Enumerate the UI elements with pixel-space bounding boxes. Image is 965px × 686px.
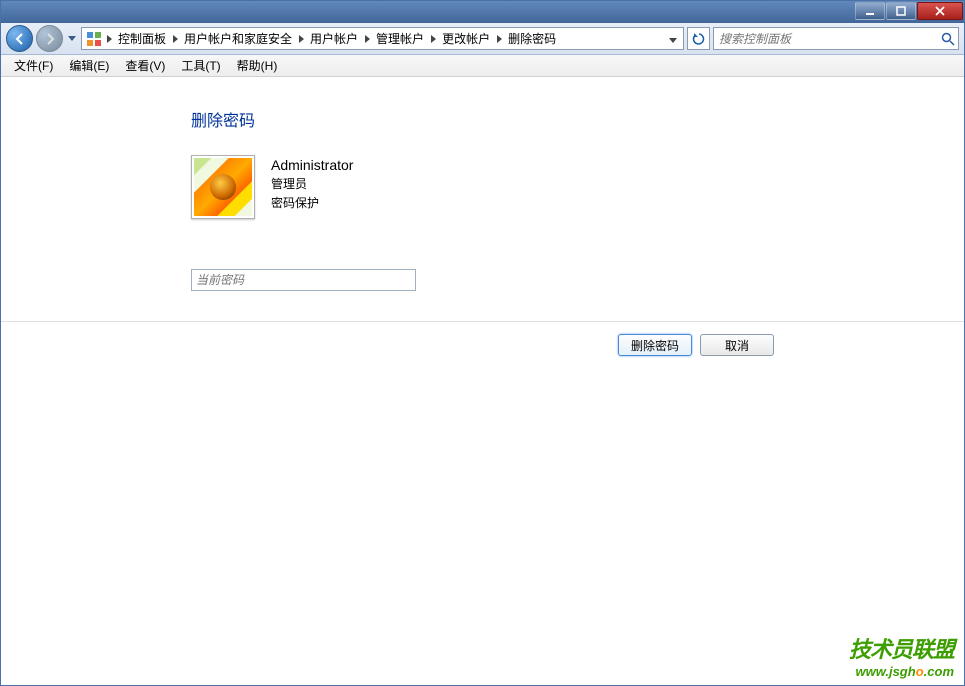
refresh-button[interactable]	[687, 27, 710, 50]
menu-edit[interactable]: 编辑(E)	[61, 57, 117, 74]
content-area: 删除密码 Administrator 管理员 密码保护	[1, 77, 964, 291]
menu-view[interactable]: 查看(V)	[117, 57, 173, 74]
breadcrumb-arrow-icon[interactable]	[170, 35, 180, 43]
menu-file[interactable]: 文件(F)	[6, 57, 61, 74]
breadcrumb-arrow-icon[interactable]	[428, 35, 438, 43]
user-role: 管理员	[271, 175, 353, 192]
nav-area: 控制面板 用户帐户和家庭安全 用户帐户 管理帐户 更改帐户 删除密码	[1, 23, 964, 55]
breadcrumb-item-0[interactable]: 控制面板	[114, 28, 170, 49]
user-name: Administrator	[271, 157, 353, 173]
minimize-button[interactable]	[855, 2, 885, 20]
maximize-button[interactable]	[886, 2, 916, 20]
user-details: Administrator 管理员 密码保护	[271, 155, 353, 219]
delete-password-button[interactable]: 删除密码	[618, 334, 692, 356]
watermark-line2: www.jsgho.com	[849, 664, 954, 679]
search-input[interactable]	[717, 32, 941, 46]
breadcrumb-arrow-icon[interactable]	[494, 35, 504, 43]
breadcrumb-item-1[interactable]: 用户帐户和家庭安全	[180, 28, 296, 49]
watermark-line1: 技术员联盟	[849, 632, 954, 664]
titlebar	[1, 1, 964, 23]
control-panel-icon	[86, 31, 102, 47]
menu-tools[interactable]: 工具(T)	[173, 57, 228, 74]
breadcrumb-item-2[interactable]: 用户帐户	[306, 28, 362, 49]
current-password-input[interactable]	[191, 269, 416, 291]
back-button[interactable]	[6, 25, 33, 52]
page-title: 删除密码	[191, 107, 964, 131]
user-avatar	[191, 155, 255, 219]
breadcrumb-item-5[interactable]: 删除密码	[504, 28, 560, 49]
forward-button[interactable]	[36, 25, 63, 52]
breadcrumb-arrow-icon[interactable]	[104, 35, 114, 43]
user-protection: 密码保护	[271, 194, 353, 211]
watermark: 技术员联盟 www.jsgho.com	[849, 632, 954, 679]
breadcrumb-item-4[interactable]: 更改帐户	[438, 28, 494, 49]
menu-help[interactable]: 帮助(H)	[229, 57, 286, 74]
nav-history-dropdown[interactable]	[66, 31, 78, 47]
user-info-box: Administrator 管理员 密码保护	[191, 155, 964, 219]
search-icon[interactable]	[941, 32, 955, 46]
breadcrumb-arrow-icon[interactable]	[296, 35, 306, 43]
breadcrumb-bar[interactable]: 控制面板 用户帐户和家庭安全 用户帐户 管理帐户 更改帐户 删除密码	[81, 27, 684, 50]
breadcrumb-chevron-down-icon[interactable]	[665, 32, 681, 46]
breadcrumb-item-3[interactable]: 管理帐户	[372, 28, 428, 49]
breadcrumb-arrow-icon[interactable]	[362, 35, 372, 43]
window-frame: 控制面板 用户帐户和家庭安全 用户帐户 管理帐户 更改帐户 删除密码 文件(F)…	[0, 0, 965, 686]
menu-bar: 文件(F) 编辑(E) 查看(V) 工具(T) 帮助(H)	[1, 55, 964, 77]
close-button[interactable]	[917, 2, 963, 20]
cancel-button[interactable]: 取消	[700, 334, 774, 356]
search-box[interactable]	[713, 27, 959, 50]
button-row: 删除密码 取消	[1, 322, 964, 356]
